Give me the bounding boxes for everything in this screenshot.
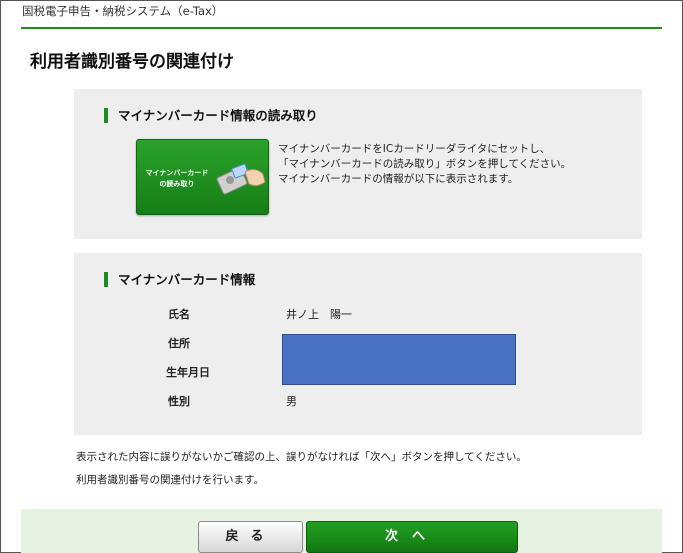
- back-button[interactable]: 戻る: [198, 521, 303, 553]
- redacted-address-birthdate: [282, 334, 516, 385]
- card-info-panel: マイナンバーカード情報 氏名 井ノ上 陽一 住所 生年月日 性別 男: [74, 253, 642, 435]
- card-reader-icon: [216, 163, 266, 195]
- address-label: 住所: [168, 337, 190, 350]
- instruction-line-3: マイナンバーカードの情報が以下に表示されます。: [278, 173, 519, 185]
- instruction-line-1: マイナンバーカードをICカードリーダライタにセットし、: [278, 143, 551, 155]
- gender-label: 性別: [168, 395, 190, 408]
- name-label: 氏名: [168, 308, 190, 321]
- card-read-panel: マイナンバーカード情報の読み取り マイナンバーカード の読み取り マイナンバーカ…: [74, 89, 642, 239]
- confirm-note: 表示された内容に誤りがないかご確認の上、誤りがなければ「次へ」ボタンを押してくだ…: [76, 451, 527, 463]
- instruction-line-2: 「マイナンバーカードの読み取り」ボタンを押してください。: [278, 158, 572, 170]
- read-button-label-line1: マイナンバーカード: [145, 169, 209, 177]
- read-mynumber-card-button[interactable]: マイナンバーカード の読み取り: [136, 139, 269, 215]
- footer-bar: 戻る 次へ: [21, 509, 662, 553]
- card-info-heading: マイナンバーカード情報: [104, 272, 255, 287]
- gender-value: 男: [286, 395, 297, 408]
- read-instructions: マイナンバーカードをICカードリーダライタにセットし、 「マイナンバーカードの読…: [278, 142, 571, 187]
- app-title: 国税電子申告・納税システム（e-Tax）: [22, 4, 224, 18]
- name-value: 井ノ上 陽一: [286, 308, 352, 321]
- next-button[interactable]: 次へ: [306, 521, 518, 553]
- birthdate-label: 生年月日: [166, 366, 210, 379]
- read-button-label-line2: の読み取り: [159, 180, 195, 188]
- card-read-heading: マイナンバーカード情報の読み取り: [104, 108, 318, 123]
- page-title: 利用者識別番号の関連付け: [30, 52, 234, 72]
- link-note: 利用者識別番号の関連付けを行います。: [76, 474, 264, 486]
- header-divider: [21, 27, 662, 29]
- read-button-label: マイナンバーカード の読み取り: [137, 168, 217, 190]
